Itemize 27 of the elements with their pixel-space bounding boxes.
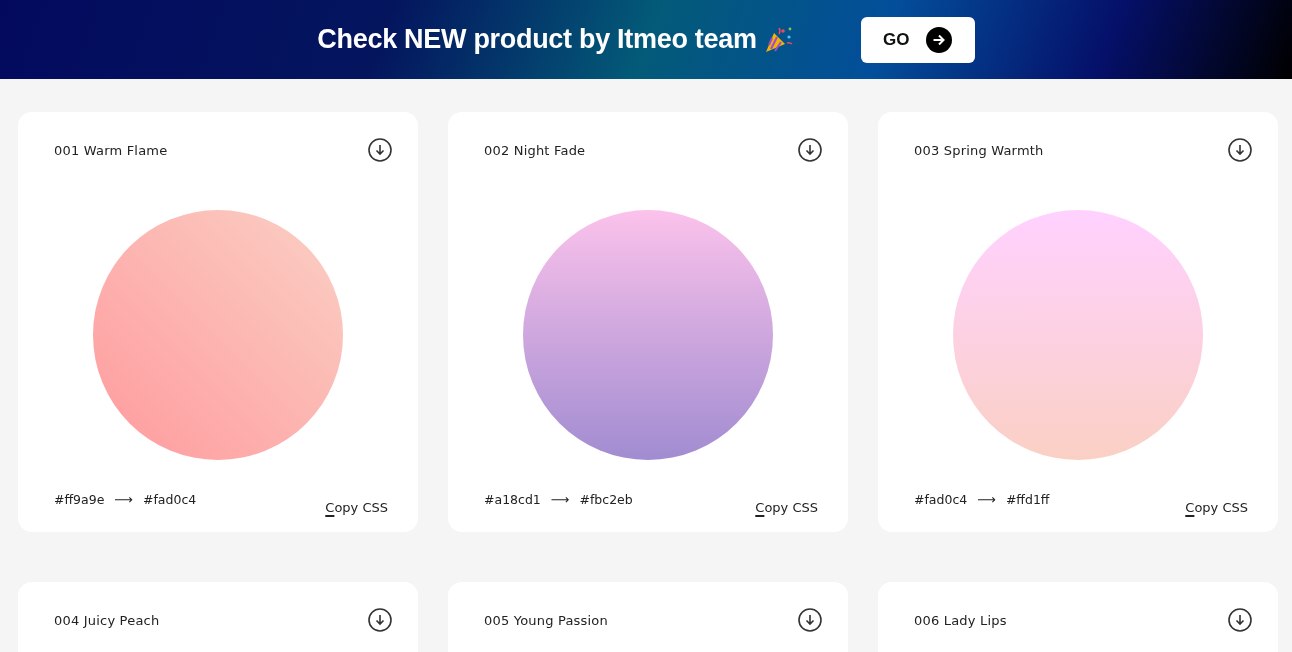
download-icon[interactable] xyxy=(1228,138,1252,162)
download-icon[interactable] xyxy=(368,608,392,632)
gradient-name: 002 Night Fade xyxy=(484,142,586,158)
arrow-glyph: ⟶ xyxy=(977,492,996,509)
color-code: #fad0c4 xyxy=(914,492,968,509)
color-code: #ffd1ff xyxy=(1005,492,1050,509)
copy-css-link[interactable]: Copy CSS xyxy=(755,498,818,516)
arrow-glyph: ⟶ xyxy=(550,492,570,509)
banner-title: Check NEW product by Itmeo team xyxy=(317,24,757,55)
arrow-right-icon xyxy=(926,26,953,53)
download-icon[interactable] xyxy=(798,608,822,632)
download-icon[interactable] xyxy=(1228,608,1252,632)
color-code: #ff9a9e xyxy=(54,492,105,509)
copy-css-link[interactable]: Copy CSS xyxy=(325,498,388,516)
gradient-name: 005 Young Passion xyxy=(484,612,608,628)
download-icon[interactable] xyxy=(798,138,822,162)
go-button[interactable]: GO xyxy=(860,16,975,63)
gradient-name: 003 Spring Warmth xyxy=(914,142,1044,158)
download-icon[interactable] xyxy=(368,138,392,162)
gradient-name: 004 Juicy Peach xyxy=(54,612,160,628)
color-code: #a18cd1 xyxy=(484,492,541,509)
gradient-name: 006 Lady Lips xyxy=(914,612,1007,628)
copy-css-link[interactable]: Copy CSS xyxy=(1185,498,1248,516)
color-code: #fad0c4 xyxy=(143,492,197,509)
arrow-glyph: ⟶ xyxy=(114,492,133,509)
color-code: #fbc2eb xyxy=(579,492,633,509)
gradient-name: 001 Warm Flame xyxy=(54,142,168,158)
